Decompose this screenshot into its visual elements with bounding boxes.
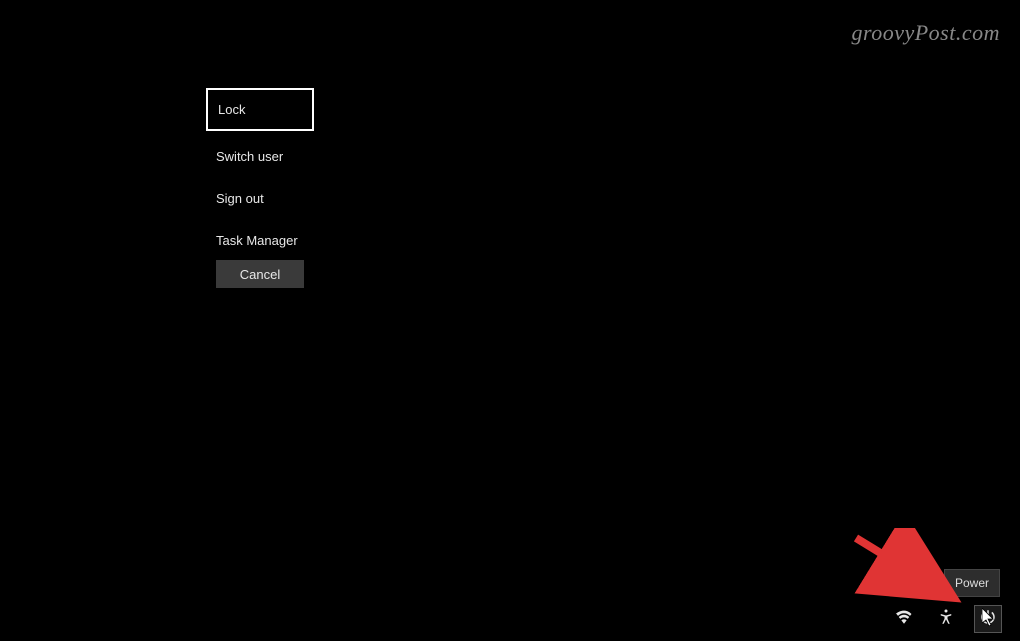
ctrl-alt-del-menu: Lock Switch user Sign out Task Manager (206, 88, 314, 269)
wifi-icon (895, 608, 913, 631)
watermark-text: groovyPost.com (851, 20, 1000, 46)
cancel-button[interactable]: Cancel (216, 260, 304, 288)
power-tooltip: Power (944, 569, 1000, 597)
menu-item-lock[interactable]: Lock (206, 88, 314, 131)
wifi-button[interactable] (890, 605, 918, 633)
menu-item-switch-user[interactable]: Switch user (206, 143, 293, 170)
accessibility-icon (937, 608, 955, 631)
menu-item-sign-out[interactable]: Sign out (206, 185, 274, 212)
accessibility-button[interactable] (932, 605, 960, 633)
power-icon (979, 608, 997, 631)
power-button[interactable] (974, 605, 1002, 633)
menu-item-task-manager[interactable]: Task Manager (206, 227, 308, 254)
bottom-icon-bar (890, 605, 1002, 633)
